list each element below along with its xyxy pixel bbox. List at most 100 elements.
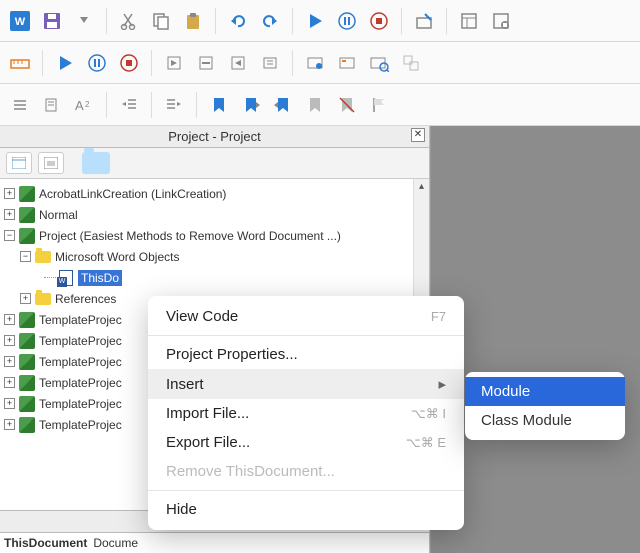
step-out-icon[interactable] <box>224 49 252 77</box>
menu-remove: Remove ThisDocument... <box>148 457 464 486</box>
clear-bookmark-icon[interactable] <box>301 91 329 119</box>
separator <box>151 50 152 76</box>
menu-view-code[interactable]: View Code F7 <box>148 302 464 331</box>
close-icon[interactable]: ✕ <box>411 128 425 142</box>
panel-title-text: Project - Project <box>168 129 260 144</box>
clear-all-bookmarks-icon[interactable] <box>333 91 361 119</box>
separator <box>106 92 107 118</box>
expand-icon[interactable]: + <box>4 419 15 430</box>
font-size-icon[interactable]: A2 <box>70 91 98 119</box>
pause-icon[interactable] <box>83 49 111 77</box>
list-icon[interactable] <box>6 91 34 119</box>
toolbar-main: W <box>0 0 640 42</box>
ruler-icon[interactable] <box>6 49 34 77</box>
separator <box>292 50 293 76</box>
toolbar-debug <box>0 42 640 84</box>
view-code-icon[interactable] <box>6 152 32 174</box>
expand-icon[interactable]: + <box>4 335 15 346</box>
expand-icon[interactable]: + <box>4 377 15 388</box>
undo-icon[interactable] <box>224 7 252 35</box>
tree-node-project[interactable]: + AcrobatLinkCreation (LinkCreation) <box>0 183 429 204</box>
properties-object-selector[interactable]: ThisDocument Docume <box>0 533 429 553</box>
cut-icon[interactable] <box>115 7 143 35</box>
separator <box>446 8 447 34</box>
properties-object-type: Docume <box>93 536 138 550</box>
expand-icon[interactable]: + <box>4 356 15 367</box>
separator <box>401 8 402 34</box>
stop-icon[interactable] <box>365 7 393 35</box>
run-icon[interactable] <box>51 49 79 77</box>
collapse-icon[interactable]: − <box>20 251 31 262</box>
view-object-icon[interactable] <box>38 152 64 174</box>
vba-project-icon <box>19 396 35 412</box>
redo-icon[interactable] <box>256 7 284 35</box>
vba-project-icon <box>19 312 35 328</box>
submenu-module[interactable]: Module <box>465 377 625 406</box>
bookmark-icon[interactable] <box>205 91 233 119</box>
folder-icon <box>35 291 51 307</box>
immediate-window-icon[interactable] <box>333 49 361 77</box>
expand-icon[interactable]: + <box>4 398 15 409</box>
properties-icon[interactable] <box>487 7 515 35</box>
copy-icon[interactable] <box>147 7 175 35</box>
project-explorer-icon[interactable] <box>455 7 483 35</box>
expand-icon[interactable]: + <box>20 293 31 304</box>
dropdown-icon[interactable] <box>70 7 98 35</box>
run-to-cursor-icon[interactable] <box>256 49 284 77</box>
expand-icon[interactable]: + <box>4 314 15 325</box>
watch-window-icon[interactable] <box>301 49 329 77</box>
vba-project-icon <box>19 417 35 433</box>
menu-separator <box>148 490 464 491</box>
vba-project-icon <box>19 333 35 349</box>
properties-object-name: ThisDocument <box>4 536 87 550</box>
word-app-icon: W <box>6 7 34 35</box>
flag-icon[interactable] <box>365 91 393 119</box>
scroll-up-icon[interactable]: ▴ <box>414 179 429 195</box>
folder-icon <box>35 249 51 265</box>
svg-text:A: A <box>75 98 84 113</box>
design-mode-icon[interactable] <box>410 7 438 35</box>
separator <box>42 50 43 76</box>
paste-icon[interactable] <box>179 7 207 35</box>
run-icon[interactable] <box>301 7 329 35</box>
separator <box>215 8 216 34</box>
call-stack-icon[interactable] <box>397 49 425 77</box>
separator <box>196 92 197 118</box>
tree-node-document[interactable]: ThisDo <box>0 267 429 288</box>
vba-project-icon <box>19 228 35 244</box>
menu-import-file[interactable]: Import File... ⌥⌘ I <box>148 399 464 428</box>
menu-export-file[interactable]: Export File... ⌥⌘ E <box>148 428 464 457</box>
locals-window-icon[interactable] <box>365 49 393 77</box>
separator <box>151 92 152 118</box>
word-doc-icon <box>58 270 74 286</box>
next-bookmark-icon[interactable] <box>237 91 265 119</box>
vba-project-icon <box>19 354 35 370</box>
tree-node-project[interactable]: − Project (Easiest Methods to Remove Wor… <box>0 225 429 246</box>
tree-node-project[interactable]: + Normal <box>0 204 429 225</box>
pause-icon[interactable] <box>333 7 361 35</box>
collapse-icon[interactable]: − <box>4 230 15 241</box>
vba-project-icon <box>19 375 35 391</box>
outdent-icon[interactable] <box>115 91 143 119</box>
save-icon[interactable] <box>38 7 66 35</box>
step-into-icon[interactable] <box>160 49 188 77</box>
menu-insert[interactable]: Insert ▸ <box>148 369 464 399</box>
submenu-class-module[interactable]: Class Module <box>465 406 625 435</box>
separator <box>292 8 293 34</box>
menu-hide[interactable]: Hide <box>148 495 464 524</box>
expand-icon[interactable]: + <box>4 188 15 199</box>
tree-node-folder[interactable]: − Microsoft Word Objects <box>0 246 429 267</box>
context-menu: View Code F7 Project Properties... Inser… <box>148 296 464 530</box>
step-over-icon[interactable] <box>192 49 220 77</box>
menu-project-properties[interactable]: Project Properties... <box>148 340 464 369</box>
menu-separator <box>148 335 464 336</box>
vba-project-icon <box>19 207 35 223</box>
stop-icon[interactable] <box>115 49 143 77</box>
complete-word-icon[interactable] <box>38 91 66 119</box>
panel-title: Project - Project ✕ <box>0 126 429 148</box>
indent-icon[interactable] <box>160 91 188 119</box>
toggle-folders-icon[interactable] <box>82 152 110 174</box>
prev-bookmark-icon[interactable] <box>269 91 297 119</box>
panel-toolbar <box>0 148 429 179</box>
expand-icon[interactable]: + <box>4 209 15 220</box>
